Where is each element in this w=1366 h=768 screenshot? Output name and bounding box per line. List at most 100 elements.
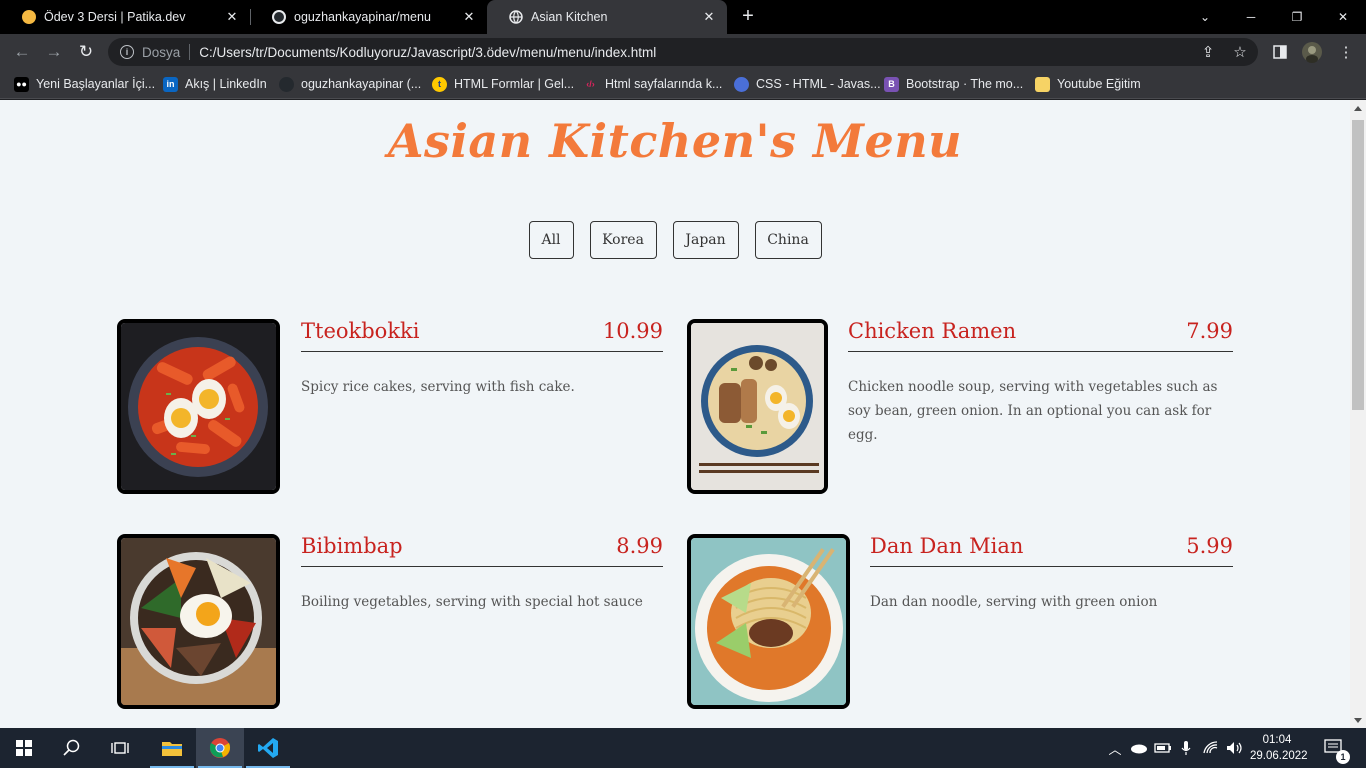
filter-china-button[interactable]: China: [754, 221, 822, 259]
bookmark-label: CSS - HTML - Javas...: [756, 77, 881, 91]
reload-button[interactable]: ↻: [74, 40, 98, 64]
filter-japan-button[interactable]: Japan: [672, 221, 739, 259]
bookmark-item[interactable]: ‹/› Html sayfalarında k...: [583, 75, 722, 93]
item-header: Tteokbokki 10.99: [301, 319, 663, 352]
github-icon: [272, 10, 286, 24]
browser-toolbar: ← → ↻ i Dosya C:/Users/tr/Documents/Kodl…: [0, 34, 1366, 70]
notification-center-icon[interactable]: 1: [1318, 728, 1350, 768]
close-window-button[interactable]: ✕: [1320, 0, 1366, 34]
bookmark-label: Yeni Başlayanlar İçi...: [36, 77, 156, 91]
scheme-label: Dosya: [142, 44, 181, 60]
bookmark-item[interactable]: B Bootstrap · The mo...: [884, 75, 1023, 93]
bookmark-label: Bootstrap · The mo...: [906, 77, 1024, 91]
tteokbokki-photo: [117, 319, 280, 494]
onedrive-icon[interactable]: [1128, 728, 1150, 768]
url-text[interactable]: C:/Users/tr/Documents/Kodluyoruz/Javascr…: [199, 45, 656, 60]
bookmark-item[interactable]: in Akış | LinkedIn: [163, 75, 267, 93]
close-icon[interactable]: ✕: [224, 9, 240, 25]
item-price: 7.99: [1186, 319, 1233, 343]
clock-date: 29.06.2022: [1250, 750, 1308, 762]
item-name: Chicken Ramen: [848, 319, 1017, 343]
item-description: Chicken noodle soup, serving with vegeta…: [848, 379, 1218, 443]
file-explorer-icon[interactable]: [148, 728, 196, 768]
scroll-up-arrow[interactable]: [1354, 106, 1362, 111]
bookmark-label: Akış | LinkedIn: [185, 77, 267, 91]
globe-icon: [509, 10, 523, 24]
linkedin-icon: in: [163, 76, 178, 92]
scrollbar-thumb[interactable]: [1352, 120, 1364, 410]
tab-strip: Ödev 3 Dersi | Patika.dev ✕ oguzhankayap…: [0, 0, 1366, 34]
tab-title: Ödev 3 Dersi | Patika.dev: [44, 10, 186, 24]
bookmark-item[interactable]: ●● Yeni Başlayanlar İçi...: [14, 75, 155, 93]
code-icon: ‹/›: [586, 79, 595, 89]
close-icon[interactable]: ✕: [461, 9, 477, 25]
turkcell-icon: t: [432, 76, 447, 92]
medium-icon: ●●: [14, 76, 29, 92]
bookmark-label: HTML Formlar | Gel...: [454, 77, 575, 91]
microphone-icon[interactable]: [1176, 728, 1196, 768]
tab-patika[interactable]: Ödev 3 Dersi | Patika.dev ✕: [0, 0, 250, 34]
profile-avatar[interactable]: [1300, 40, 1324, 64]
volume-icon[interactable]: [1224, 728, 1246, 768]
page-scrollbar[interactable]: [1350, 100, 1366, 728]
item-price: 8.99: [616, 534, 663, 558]
bootstrap-icon: [734, 76, 749, 92]
item-name: Tteokbokki: [301, 319, 420, 343]
vscode-icon[interactable]: [244, 728, 292, 768]
item-name: Bibimbap: [301, 534, 403, 558]
bibimbap-photo: [117, 534, 280, 709]
tab-title: Asian Kitchen: [531, 10, 608, 24]
clock-time: 01:04: [1262, 734, 1292, 746]
item-header: Chicken Ramen 7.99: [848, 319, 1233, 352]
patika-icon: [22, 10, 36, 24]
notification-badge: 1: [1336, 750, 1350, 764]
info-icon[interactable]: i: [120, 45, 134, 59]
item-header: Bibimbap 8.99: [301, 534, 663, 567]
windows-start-icon[interactable]: [0, 728, 48, 768]
bookmarks-bar: ●● Yeni Başlayanlar İçi... in Akış | Lin…: [0, 70, 1366, 99]
chrome-icon[interactable]: [196, 728, 244, 768]
page-viewport: Asian Kitchen's Menu All Korea Japan Chi…: [0, 100, 1350, 728]
bookmark-item[interactable]: oguzhankayapinar (...: [279, 75, 421, 93]
omnibox-divider: [189, 44, 191, 60]
bookmark-label: Html sayfalarında k...: [605, 77, 723, 91]
bookmark-item[interactable]: CSS - HTML - Javas...: [734, 75, 881, 93]
bookmark-star-icon[interactable]: ☆: [1228, 40, 1252, 64]
tab-asian-kitchen[interactable]: Asian Kitchen ✕: [487, 0, 727, 34]
share-icon[interactable]: ⇪: [1196, 40, 1220, 64]
category-filters: All Korea Japan China: [0, 221, 1350, 259]
bookmark-item[interactable]: Youtube Eğitim: [1035, 75, 1141, 93]
side-panel-icon[interactable]: [1268, 40, 1292, 64]
bookmark-label: oguzhankayapinar (...: [301, 77, 422, 91]
more-menu-icon[interactable]: ⋮: [1334, 40, 1358, 64]
dan-dan-mian-photo: [687, 534, 850, 709]
windows-taskbar: ︿ 01:04 29.06.2022 1: [0, 728, 1366, 768]
close-icon[interactable]: ✕: [701, 9, 717, 25]
item-description: Dan dan noodle, serving with green onion: [870, 594, 1158, 610]
search-icon[interactable]: [48, 728, 96, 768]
github-icon: [279, 76, 294, 92]
chevron-up-icon[interactable]: ︿: [1105, 728, 1125, 768]
tab-github[interactable]: oguzhankayapinar/menu ✕: [250, 0, 487, 34]
item-header: Dan Dan Mian 5.99: [870, 534, 1233, 567]
item-price: 5.99: [1186, 534, 1233, 558]
menu-item: Tteokbokki 10.99 Spicy rice cakes, servi…: [117, 319, 663, 494]
forward-button[interactable]: →: [42, 40, 66, 64]
task-view-icon[interactable]: [96, 728, 144, 768]
menu-item: Bibimbap 8.99 Boiling vegetables, servin…: [117, 534, 663, 709]
scroll-down-arrow[interactable]: [1354, 718, 1362, 723]
back-button[interactable]: ←: [10, 40, 34, 64]
address-bar[interactable]: i Dosya C:/Users/tr/Documents/Kodluyoruz…: [108, 38, 1258, 66]
tab-search-icon[interactable]: ⌄: [1182, 0, 1228, 34]
minimize-button[interactable]: ─: [1228, 0, 1274, 34]
item-description: Spicy rice cakes, serving with fish cake…: [301, 379, 575, 395]
bookmark-item[interactable]: t HTML Formlar | Gel...: [432, 75, 574, 93]
battery-icon[interactable]: [1152, 728, 1174, 768]
filter-korea-button[interactable]: Korea: [589, 221, 657, 259]
new-tab-button[interactable]: +: [738, 6, 758, 27]
folder-icon: [1035, 76, 1050, 92]
wifi-icon[interactable]: [1200, 728, 1222, 768]
filter-all-button[interactable]: All: [528, 221, 574, 259]
system-clock[interactable]: 01:04 29.06.2022: [1250, 732, 1308, 764]
restore-button[interactable]: ❐: [1274, 0, 1320, 34]
